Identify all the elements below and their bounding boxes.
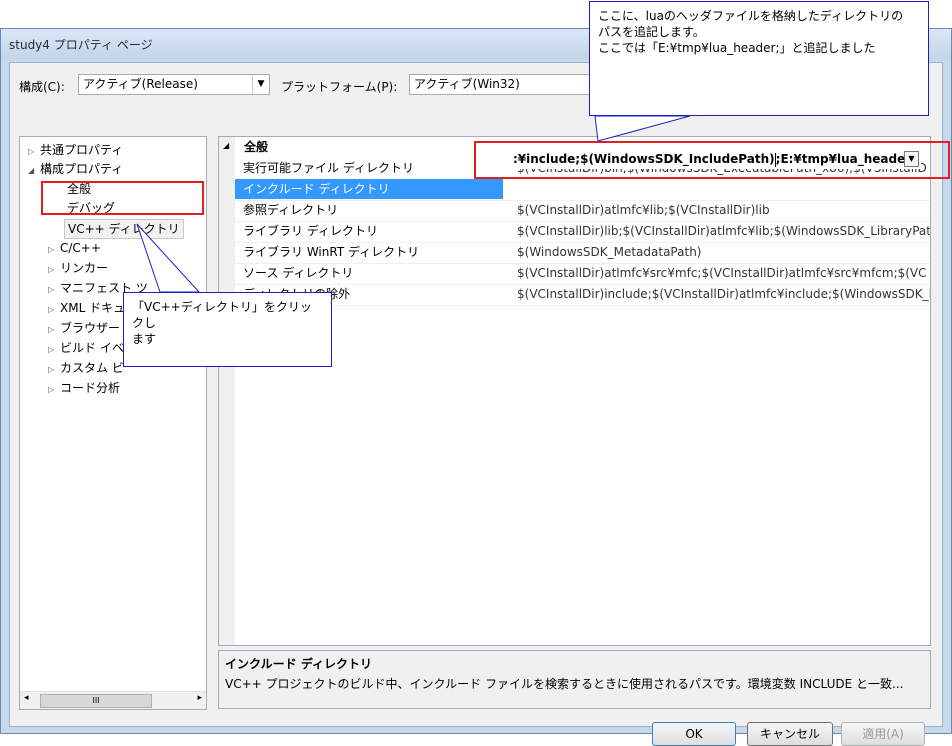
cancel-button[interactable]: キャンセル — [747, 722, 833, 746]
scroll-thumb[interactable]: III — [40, 694, 152, 708]
property-grid: ◢ 全般 実行可能ファイル ディレクトリ$(VCInstallDir)bin;$… — [218, 136, 931, 646]
description-title: インクルード ディレクトリ — [225, 657, 372, 671]
window-title: study4 プロパティ ページ — [9, 38, 153, 52]
grid-row[interactable]: ソース ディレクトリ $(VCInstallDir)atlmfc¥src¥mfc;… — [235, 263, 930, 285]
collapse-arrow-icon[interactable]: ◢ — [223, 141, 229, 150]
ok-button[interactable]: OK — [652, 722, 736, 746]
top-callout-line1: ここに、luaのヘッダファイルを格納したディレクトリの — [598, 9, 904, 23]
grid-row-include-directories[interactable]: インクルード ディレクトリ — [235, 179, 930, 201]
expand-arrow-icon[interactable]: ▷ — [48, 321, 60, 339]
highlight-vcpp-item — [41, 181, 204, 215]
expand-arrow-icon[interactable]: ▷ — [48, 261, 60, 279]
expand-arrow-icon[interactable]: ▷ — [48, 301, 60, 319]
tree-item-vcpp-directories[interactable]: VC++ ディレクトリ — [64, 219, 184, 239]
left-callout: 「VC++ディレクトリ」をクリックし ます — [123, 292, 332, 367]
top-callout-line3: ここでは「E:¥tmp¥lua_header;」と追記しました — [598, 41, 876, 55]
grid-row[interactable]: ライブラリ ディレクトリ $(VCInstallDir)lib;$(VCInsta… — [235, 221, 930, 243]
apply-button[interactable]: 適用(A) — [841, 722, 925, 746]
platform-value: アクティブ(Win32) — [414, 77, 520, 91]
tree-item-cpp[interactable]: ▷ C/C++ — [48, 239, 101, 257]
scroll-left-icon[interactable]: ◂ — [24, 693, 29, 703]
collapse-arrow-icon[interactable]: ◢ — [28, 162, 40, 180]
expand-arrow-icon[interactable]: ▷ — [48, 281, 60, 299]
config-label: 構成(C): — [19, 80, 65, 94]
description-panel: インクルード ディレクトリ VC++ プロジェクトのビルド中、インクルード ファ… — [218, 650, 931, 709]
tree-item-linker[interactable]: ▷ リンカー — [48, 259, 108, 277]
tree-item-common[interactable]: ▷ 共通プロパティ — [28, 141, 123, 159]
expand-arrow-icon[interactable]: ▷ — [48, 241, 60, 259]
tree-item-custom-build[interactable]: ▷ カスタム ビ — [48, 359, 124, 377]
platform-label: プラットフォーム(P): — [281, 80, 398, 94]
tree-item-code-analysis[interactable]: ▷ コード分析 — [48, 379, 120, 397]
description-text: VC++ プロジェクトのビルド中、インクルード ファイルを検索するときに使用され… — [225, 677, 904, 691]
grid-gutter — [219, 137, 235, 645]
expand-arrow-icon[interactable]: ▷ — [48, 361, 60, 379]
config-dropdown[interactable]: アクティブ(Release) ▼ — [78, 74, 270, 95]
left-callout-line1: 「VC++ディレクトリ」をクリックし — [132, 300, 312, 330]
config-value: アクティブ(Release) — [83, 77, 198, 91]
expand-arrow-icon[interactable]: ▷ — [48, 341, 60, 359]
top-callout-line2: パスを追記します。 — [598, 25, 705, 39]
expand-arrow-icon[interactable]: ▷ — [28, 143, 40, 161]
highlight-include-edit — [474, 141, 950, 179]
tree-scrollbar[interactable]: ◂ III ▸ — [20, 691, 206, 709]
grid-row[interactable]: ライブラリ WinRT ディレクトリ $(WindowsSDK_MetadataP… — [235, 242, 930, 264]
scroll-right-icon[interactable]: ▸ — [197, 693, 202, 703]
chevron-down-icon: ▼ — [252, 75, 269, 94]
property-pages-window: study4 プロパティ ページ 構成(C): アクティブ(Release) ▼… — [0, 28, 952, 746]
grid-section-general: 全般 — [244, 140, 269, 154]
grid-row[interactable]: ディレクトリの除外$(VCInstallDir)include;$(VCInst… — [235, 284, 930, 306]
grid-row[interactable]: 参照ディレクトリ $(VCInstallDir)atlmfc¥lib;$(VCIn… — [235, 200, 930, 222]
expand-arrow-icon[interactable]: ▷ — [48, 381, 60, 399]
top-callout: ここに、luaのヘッダファイルを格納したディレクトリの パスを追記します。 ここ… — [589, 1, 929, 116]
left-callout-line2: ます — [132, 332, 157, 346]
tree-item-config-props[interactable]: ◢ 構成プロパティ — [28, 160, 123, 178]
platform-dropdown[interactable]: アクティブ(Win32) — [409, 74, 599, 95]
tree-item-browser[interactable]: ▷ ブラウザー — [48, 319, 120, 337]
tree-item-build-events[interactable]: ▷ ビルド イベ — [48, 339, 124, 357]
property-tree: ▷ 共通プロパティ ◢ 構成プロパティ 全般 デバッグ VC++ ディレクトリ ▷ C… — [19, 136, 207, 710]
